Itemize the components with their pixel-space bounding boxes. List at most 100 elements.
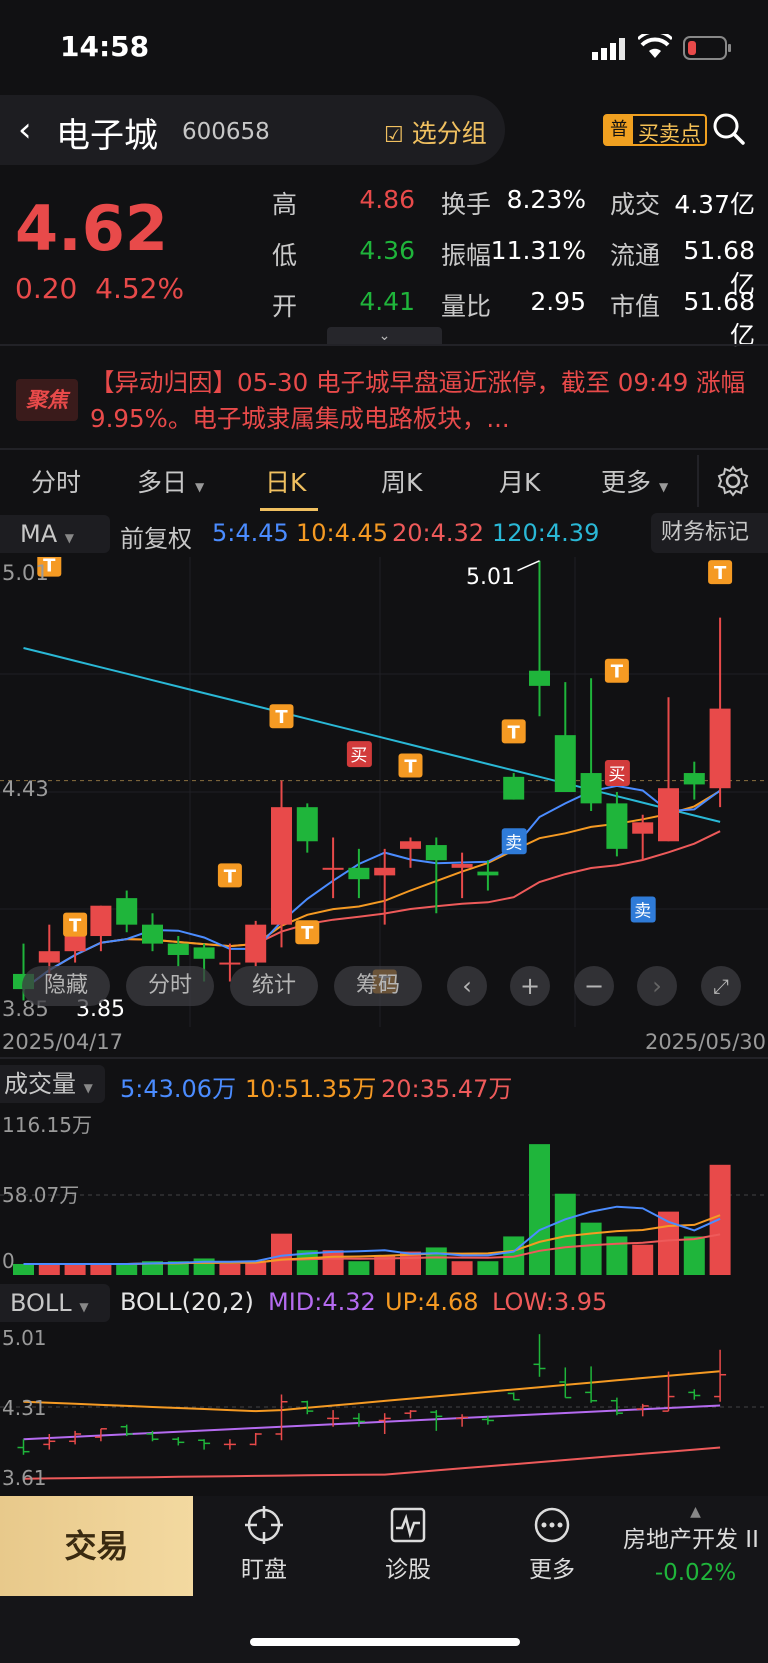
volume-bar [64,1263,86,1275]
scroll-right-icon[interactable]: › [637,966,677,1006]
checkbox-edit-icon: ☑ [384,123,404,148]
candle-body [90,905,112,937]
sector-info[interactable]: ▲ 房地产开发 II -0.02% [623,1504,768,1586]
high-value: 4.86 [359,185,415,214]
volume-bar [116,1263,138,1275]
candle-body [400,841,421,849]
vol-y-top: 116.15万 [2,1113,92,1137]
gear-icon[interactable] [717,465,749,497]
sell-text: 卖 [505,833,522,853]
news-headline[interactable]: 【异动归因】05-30 电子城早盘逼近涨停，截至 09:49 涨幅9.95%。电… [90,365,750,437]
candle-body [271,807,292,925]
buy-sell-points-button[interactable]: 普 买卖点 [603,114,707,146]
expand-quote-button[interactable]: ⌄ [327,327,442,345]
diagnose-button[interactable]: 诊股 [348,1506,468,1584]
volume-selector[interactable]: 成交量 ▼ [0,1065,105,1103]
ma-indicator-row: MA ▼ 前复权 5:4.45 10:4.45 20:4.32 120:4.39… [0,513,768,557]
tab-more[interactable]: 更多 ▼ [601,463,668,499]
select-group-button[interactable]: ☑ 选分组 [384,114,487,150]
intraday-overlay-button[interactable]: 分时 [126,966,214,1006]
volume-chart[interactable]: 116.15万 58.07万 0 [0,1103,768,1279]
low-value: 4.36 [359,236,415,265]
status-time: 14:58 [60,30,150,63]
max-price-label: 5.01 [466,565,515,590]
volume-bar [425,1247,447,1275]
buysell-label: 买卖点 [638,122,701,146]
boll-y-mid: 4.31 [2,1396,47,1420]
tab-label: 日K [265,468,307,497]
caret-down-icon: ▼ [194,480,205,494]
candle-body [554,735,576,792]
chart-tabs: 分时 多日 ▼ 日K 周K 月K 更多 ▼ [0,455,768,513]
volume-bar [709,1164,731,1275]
more-button[interactable]: 更多 [492,1506,612,1584]
high-label: 高 [272,190,298,219]
battery-icon [683,36,731,60]
vol-ma10: 10:51.35万 [245,1075,377,1103]
caret-down-icon: ▼ [658,480,669,494]
tab-intraday[interactable]: 分时 [31,463,81,499]
turnover-value: 8.23% [506,185,586,214]
ma120-value: 120:4.39 [492,519,600,547]
stock-name: 电子城 [56,116,158,156]
date-axis: 2025/04/17 2025/05/30 [0,1028,768,1058]
boll-chart[interactable]: 5.01 4.31 3.61 [0,1322,768,1494]
trade-button[interactable]: 交易 [0,1496,193,1596]
volume-bar [606,1236,628,1275]
scroll-left-icon[interactable]: ‹ [447,966,487,1006]
tab-daily-k[interactable]: 日K [265,463,306,499]
candle-body [348,867,370,880]
volume-bar [529,1144,550,1275]
financial-mark-button[interactable]: 财务标记 [651,513,768,553]
fullscreen-icon[interactable]: ⤢ [701,966,741,1006]
volume-bar [477,1261,499,1275]
tab-label: 月K [499,468,541,497]
change-amount: 0.20 [15,272,78,305]
boll-y-top: 5.01 [2,1326,47,1350]
trade-t-text: T [714,563,727,584]
home-indicator [250,1638,520,1646]
vol-ma20: 20:35.47万 [381,1075,513,1103]
boll-upper-line [23,1370,721,1413]
turnover-label: 换手 [441,190,492,219]
volume-bar [580,1222,602,1275]
candle-body [658,788,679,842]
divider [0,344,768,346]
volume-bar [348,1261,370,1275]
kline-chart[interactable]: TTTTTTTTTT买买卖卖 5.01 4.43 3.85 5.01 3.85 [0,552,768,1027]
caret-down-icon: ▼ [83,1081,93,1095]
chevron-down-icon: ⌄ [378,328,391,344]
market-cap-label: 市值 [610,292,661,321]
volume-ratio-label: 量比 [441,292,492,321]
tab-weekly-k[interactable]: 周K [381,463,422,499]
stock-code: 600658 [182,119,270,145]
volume-svg [0,1144,768,1275]
chips-button[interactable]: 筹码 [334,966,422,1006]
tab-monthly-k[interactable]: 月K [499,463,540,499]
wifi-icon [638,34,672,58]
open-label: 开 [272,292,298,321]
zoom-in-icon[interactable]: + [510,966,550,1006]
candle-body [296,807,318,842]
boll-selector[interactable]: BOLL ▼ [0,1284,110,1322]
trade-t-text: T [404,756,417,777]
y-axis-mid: 4.43 [2,777,49,801]
search-icon[interactable] [712,112,746,146]
zoom-out-icon[interactable]: − [574,966,614,1006]
volume-bar [554,1193,576,1275]
volume-header: 成交量 ▼ 5:43.06万 10:51.35万 20:35.47万 [0,1063,768,1103]
adjust-mode[interactable]: 前复权 [120,519,192,554]
tab-multiday[interactable]: 多日 ▼ [137,463,204,499]
watch-button[interactable]: 盯盘 [204,1506,324,1584]
hide-button[interactable]: 隐藏 [22,966,110,1006]
vol-ma5: 5:43.06万 [120,1075,237,1103]
candle-body [142,924,163,944]
date-end: 2025/05/30 [644,1030,766,1054]
candle-body [245,924,267,963]
ma-selector[interactable]: MA ▼ [0,515,110,553]
boll-low: LOW:3.95 [492,1288,608,1316]
back-icon[interactable]: ‹ [18,110,32,150]
stats-button[interactable]: 统计 [230,966,318,1006]
boll-mid: MID:4.32 [268,1288,376,1316]
amplitude-value: 11.31% [490,236,586,265]
